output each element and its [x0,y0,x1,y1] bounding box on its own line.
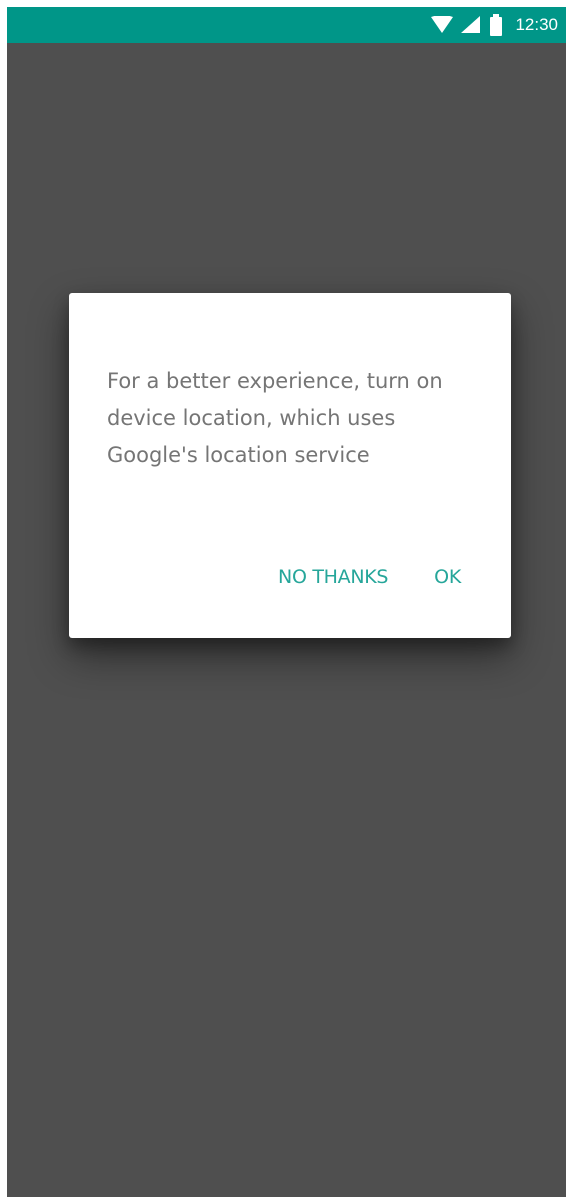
status-time: 12:30 [515,15,558,34]
app-screen: 12:30 For a better experience, turn on d… [7,7,566,1197]
dialog-actions: NO THANKS OK [278,557,511,597]
status-icons: 12:30 [431,7,558,43]
status-bar: 12:30 [7,7,566,43]
location-permission-dialog: For a better experience, turn on device … [69,293,511,638]
battery-icon [490,14,503,36]
wifi-icon [431,16,454,33]
ok-button[interactable]: OK [434,566,461,588]
dialog-message: For a better experience, turn on device … [107,369,443,467]
no-thanks-button[interactable]: NO THANKS [278,566,388,588]
cellular-signal-icon [461,16,481,33]
